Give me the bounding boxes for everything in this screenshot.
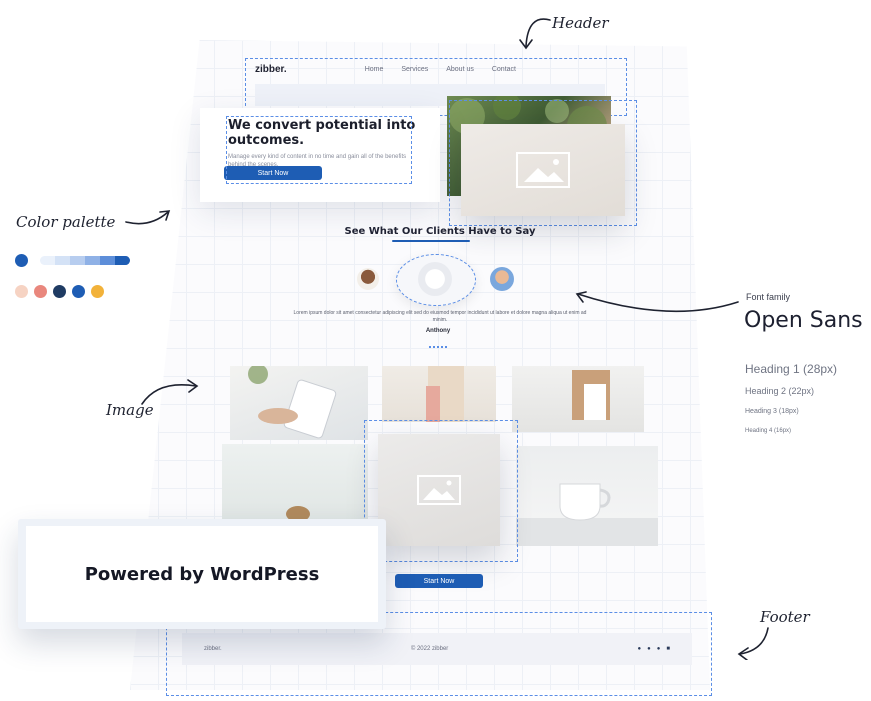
accent-swatch-blue[interactable] [72,285,85,298]
testimonial-pager-dots[interactable] [429,346,447,351]
nav-item-about[interactable]: About us [446,66,474,73]
accent-swatch-navy[interactable] [53,285,66,298]
blue-swatch-6[interactable] [115,256,130,265]
font-arrow [575,291,739,313]
bird-graphic [286,506,310,522]
image-arrow [141,379,199,405]
hero-text-guide [226,116,412,184]
image-placeholder-icon [417,475,461,505]
heading-2-sample: Heading 2 (22px) [745,386,815,396]
hero-image-placeholder [461,124,625,216]
testimonials-title: See What Our Clients Have to Say [344,226,536,237]
blue-swatch-4[interactable] [85,256,100,265]
image-placeholder-icon [516,152,570,188]
testimonial-author: Anthony [425,328,451,334]
person-graphic [426,366,464,422]
site-header: zibber. Home Services About us Contact [255,60,615,78]
heading-3-sample: Heading 3 (18px) [745,408,799,415]
nav-item-services[interactable]: Services [401,66,428,73]
accent-swatch-coral[interactable] [34,285,47,298]
gallery-bird-photo [222,444,368,530]
paper-graphic [572,370,610,420]
palette-check-swatch[interactable] [15,254,28,267]
site-logo[interactable]: zibber. [255,64,287,75]
font-family-label: Font family [746,292,791,302]
gallery-paper-photo [512,366,644,432]
avatar-placeholder-icon [418,262,452,296]
palette-blue-bar [40,256,130,265]
title-underline [392,240,470,242]
powered-by-card: Powered by WordPress [18,519,386,629]
tablet-graphic [248,366,337,439]
powered-by-text: Powered by WordPress [84,563,320,585]
footer-arrow [737,627,769,660]
header-callout: Header [552,14,609,32]
palette-arrow [125,210,171,225]
accent-swatch-yellow[interactable] [91,285,104,298]
cup-graphic [516,483,658,546]
gallery-tablet-photo [230,366,368,440]
client-avatar-left[interactable] [357,268,379,290]
heading-4-sample: Heading 4 (16px) [745,428,792,434]
blue-swatch-3[interactable] [70,256,85,265]
nav-item-contact[interactable]: Contact [492,66,516,73]
color-palette-callout: Color palette [16,213,116,231]
blue-swatch-1[interactable] [40,256,55,265]
powered-by-inner: Powered by WordPress [26,526,378,622]
client-avatar-right[interactable] [490,267,514,291]
gallery-cup-photo [516,446,658,546]
gallery-image-placeholder [378,434,500,546]
blue-swatch-5[interactable] [100,256,115,265]
blue-swatch-2[interactable] [55,256,70,265]
font-family-name: Open Sans [744,308,863,333]
heading-1-sample: Heading 1 (28px) [745,362,838,376]
nav-item-home[interactable]: Home [365,66,384,73]
header-arrow [519,18,551,50]
gallery-person-photo [382,366,496,422]
testimonial-text: Lorem ipsum dolor sit amet consectetur a… [293,310,587,323]
accent-swatch-peach[interactable] [15,285,28,298]
gallery-start-button[interactable]: Start Now [395,574,483,588]
